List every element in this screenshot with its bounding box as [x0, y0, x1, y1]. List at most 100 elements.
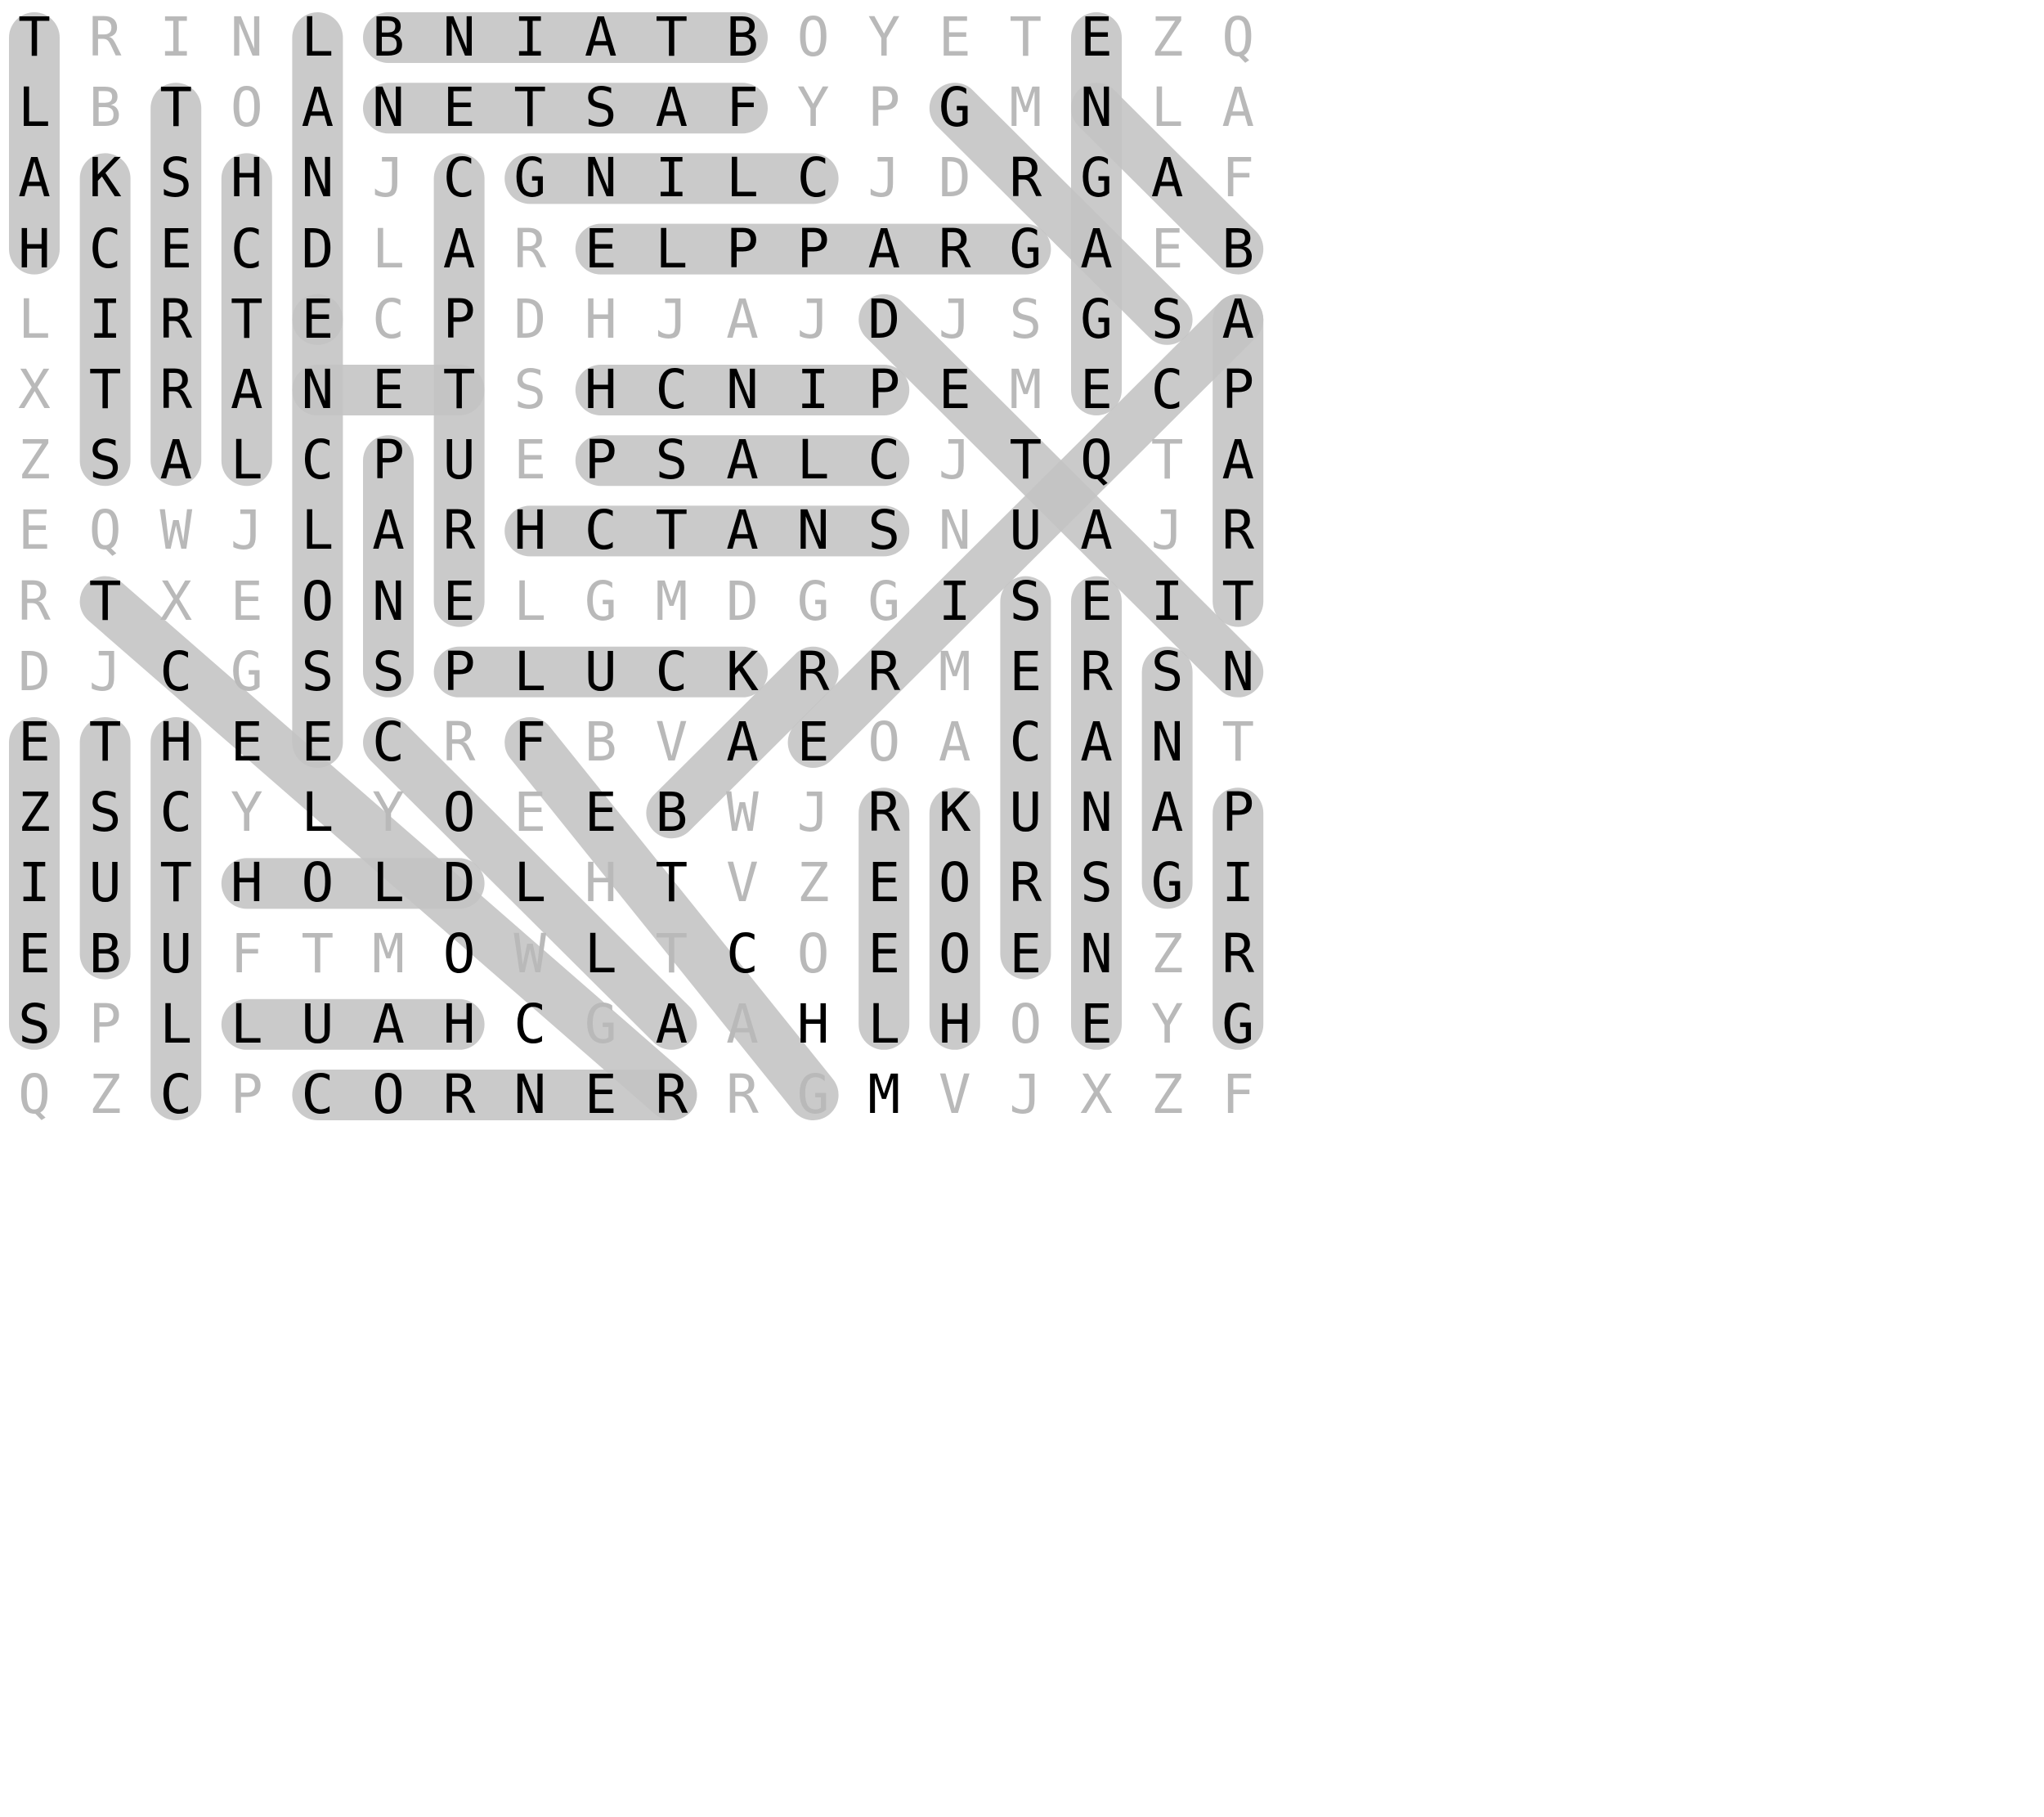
- grid-cell[interactable]: S: [1135, 639, 1200, 705]
- grid-cell[interactable]: A: [710, 710, 775, 775]
- grid-cell[interactable]: Q: [1205, 5, 1267, 70]
- grid-cell[interactable]: A: [851, 217, 917, 282]
- grid-cell[interactable]: H: [568, 287, 634, 352]
- grid-cell[interactable]: D: [922, 146, 988, 211]
- grid-cell[interactable]: L: [285, 498, 350, 563]
- grid-cell[interactable]: Z: [2, 780, 67, 846]
- grid-cell[interactable]: I: [143, 5, 208, 70]
- grid-cell[interactable]: B: [568, 710, 634, 775]
- grid-cell[interactable]: O: [285, 569, 350, 635]
- grid-cell[interactable]: N: [1064, 922, 1129, 987]
- grid-cell[interactable]: C: [143, 1062, 208, 1126]
- grid-cell[interactable]: C: [639, 639, 704, 705]
- grid-cell[interactable]: N: [356, 75, 421, 141]
- grid-cell[interactable]: T: [73, 357, 138, 423]
- grid-cell[interactable]: U: [993, 780, 1058, 846]
- grid-cell[interactable]: A: [710, 428, 775, 493]
- grid-cell[interactable]: N: [781, 498, 846, 563]
- grid-cell[interactable]: B: [639, 780, 704, 846]
- grid-cell[interactable]: T: [2, 5, 67, 70]
- grid-cell[interactable]: H: [568, 850, 634, 916]
- grid-cell[interactable]: C: [851, 428, 917, 493]
- grid-cell[interactable]: B: [356, 5, 421, 70]
- grid-cell[interactable]: N: [285, 357, 350, 423]
- grid-cell[interactable]: J: [851, 146, 917, 211]
- grid-cell[interactable]: I: [497, 5, 563, 70]
- grid-cell[interactable]: R: [143, 357, 208, 423]
- grid-cell[interactable]: T: [143, 75, 208, 141]
- grid-cell[interactable]: A: [639, 75, 704, 141]
- grid-cell[interactable]: M: [356, 922, 421, 987]
- grid-cell[interactable]: R: [851, 780, 917, 846]
- grid-cell[interactable]: C: [781, 146, 846, 211]
- grid-cell[interactable]: C: [285, 428, 350, 493]
- grid-cell[interactable]: G: [1064, 146, 1129, 211]
- grid-cell[interactable]: L: [2, 75, 67, 141]
- grid-cell[interactable]: M: [851, 1062, 917, 1126]
- grid-cell[interactable]: E: [1064, 5, 1129, 70]
- grid-cell[interactable]: E: [568, 1062, 634, 1126]
- grid-cell[interactable]: E: [285, 287, 350, 352]
- grid-cell[interactable]: B: [1205, 217, 1267, 282]
- grid-cell[interactable]: R: [922, 217, 988, 282]
- grid-cell[interactable]: C: [143, 780, 208, 846]
- grid-cell[interactable]: E: [2, 922, 67, 987]
- grid-cell[interactable]: E: [497, 780, 563, 846]
- grid-cell[interactable]: Z: [73, 1062, 138, 1126]
- grid-cell[interactable]: C: [639, 357, 704, 423]
- grid-cell[interactable]: L: [214, 992, 280, 1057]
- grid-cell[interactable]: D: [851, 287, 917, 352]
- grid-cell[interactable]: S: [1064, 850, 1129, 916]
- grid-cell[interactable]: L: [497, 850, 563, 916]
- grid-cell[interactable]: O: [922, 850, 988, 916]
- grid-cell[interactable]: B: [710, 5, 775, 70]
- grid-cell[interactable]: N: [356, 569, 421, 635]
- grid-cell[interactable]: F: [1205, 146, 1267, 211]
- grid-cell[interactable]: A: [922, 710, 988, 775]
- grid-cell[interactable]: H: [214, 146, 280, 211]
- grid-cell[interactable]: N: [1064, 780, 1129, 846]
- grid-cell[interactable]: E: [1064, 357, 1129, 423]
- grid-cell[interactable]: S: [993, 569, 1058, 635]
- grid-cell[interactable]: E: [851, 850, 917, 916]
- grid-cell[interactable]: P: [73, 992, 138, 1057]
- grid-cell[interactable]: E: [2, 498, 67, 563]
- grid-cell[interactable]: J: [922, 287, 988, 352]
- grid-cell[interactable]: M: [993, 75, 1058, 141]
- grid-cell[interactable]: A: [285, 75, 350, 141]
- grid-cell[interactable]: G: [1064, 287, 1129, 352]
- grid-cell[interactable]: U: [427, 428, 492, 493]
- grid-cell[interactable]: P: [851, 75, 917, 141]
- grid-cell[interactable]: Q: [2, 1062, 67, 1126]
- grid-cell[interactable]: D: [285, 217, 350, 282]
- grid-cell[interactable]: G: [851, 569, 917, 635]
- grid-cell[interactable]: E: [2, 710, 67, 775]
- grid-cell[interactable]: H: [143, 710, 208, 775]
- grid-cell[interactable]: A: [427, 217, 492, 282]
- grid-cell[interactable]: L: [143, 992, 208, 1057]
- grid-cell[interactable]: S: [993, 287, 1058, 352]
- grid-cell[interactable]: G: [781, 1062, 846, 1126]
- grid-cell[interactable]: J: [356, 146, 421, 211]
- grid-cell[interactable]: L: [285, 780, 350, 846]
- grid-cell[interactable]: H: [427, 992, 492, 1057]
- grid-cell[interactable]: E: [781, 710, 846, 775]
- grid-cell[interactable]: E: [1135, 217, 1200, 282]
- grid-cell[interactable]: X: [1064, 1062, 1129, 1126]
- grid-cell[interactable]: L: [568, 922, 634, 987]
- grid-cell[interactable]: L: [285, 5, 350, 70]
- grid-cell[interactable]: A: [710, 498, 775, 563]
- grid-cell[interactable]: A: [1205, 75, 1267, 141]
- grid-cell[interactable]: T: [73, 569, 138, 635]
- grid-cell[interactable]: S: [356, 639, 421, 705]
- grid-cell[interactable]: C: [710, 922, 775, 987]
- grid-cell[interactable]: E: [568, 780, 634, 846]
- grid-cell[interactable]: E: [1064, 569, 1129, 635]
- grid-cell[interactable]: O: [851, 710, 917, 775]
- grid-cell[interactable]: Y: [356, 780, 421, 846]
- grid-cell[interactable]: E: [922, 357, 988, 423]
- grid-cell[interactable]: Z: [1135, 1062, 1200, 1126]
- grid-cell[interactable]: Y: [214, 780, 280, 846]
- grid-cell[interactable]: I: [781, 357, 846, 423]
- grid-cell[interactable]: E: [427, 569, 492, 635]
